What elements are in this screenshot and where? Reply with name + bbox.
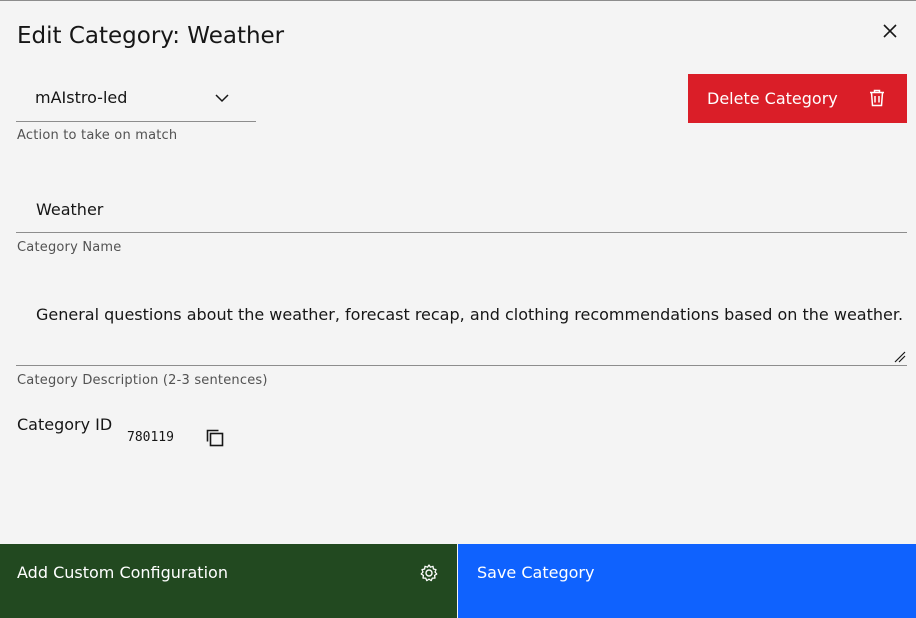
add-custom-configuration-label: Add Custom Configuration	[17, 563, 228, 582]
copy-icon	[206, 429, 224, 447]
add-custom-configuration-button[interactable]: Add Custom Configuration	[0, 544, 457, 618]
action-select-value: mAIstro-led	[35, 88, 128, 107]
category-name-value: Weather	[36, 200, 104, 219]
edit-category-modal: Edit Category: Weather mAIstro-led Actio…	[0, 0, 916, 618]
save-category-label: Save Category	[477, 563, 595, 582]
category-name-helper: Category Name	[17, 240, 122, 255]
delete-category-button[interactable]: Delete Category	[688, 74, 907, 123]
modal-footer: Add Custom Configuration Save Category	[0, 544, 916, 618]
chevron-down-icon	[215, 94, 229, 103]
modal-title: Edit Category: Weather	[17, 23, 285, 49]
category-id-label: Category ID	[17, 415, 113, 434]
trash-icon	[870, 89, 884, 107]
close-button[interactable]	[878, 19, 902, 43]
resize-handle-icon[interactable]	[894, 351, 906, 363]
close-icon	[883, 24, 897, 38]
category-name-input[interactable]: Weather	[16, 185, 907, 233]
category-description-textarea[interactable]: General questions about the weather, for…	[16, 291, 907, 366]
copy-id-button[interactable]	[205, 428, 225, 448]
action-select-helper: Action to take on match	[17, 128, 178, 143]
action-select[interactable]: mAIstro-led	[16, 74, 256, 122]
save-category-button[interactable]: Save Category	[457, 544, 916, 618]
category-description-value: General questions about the weather, for…	[36, 305, 904, 324]
category-description-helper: Category Description (2-3 sentences)	[17, 373, 268, 388]
delete-category-label: Delete Category	[707, 89, 838, 108]
gear-icon	[420, 564, 438, 582]
category-id-value: 780119	[127, 430, 174, 445]
